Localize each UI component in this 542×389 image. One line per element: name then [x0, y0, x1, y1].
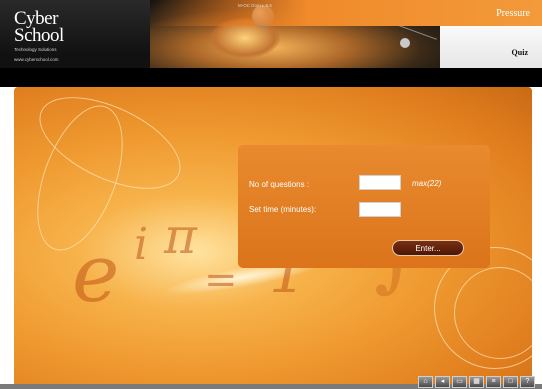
glyph-equals: =	[204, 257, 238, 303]
list-icon[interactable]: ≡	[486, 376, 501, 388]
page-title: Pressure	[496, 8, 530, 19]
header-divider	[0, 68, 542, 87]
app-window: Cyber School Technology Solutions www.cy…	[0, 0, 542, 389]
glyph-pi: π	[164, 207, 197, 265]
logo-line2: School	[14, 25, 64, 46]
time-label: Set time (minutes):	[249, 205, 317, 214]
print-icon[interactable]: ▭	[452, 376, 467, 388]
home-icon[interactable]: ⌂	[418, 376, 433, 388]
breadcrumb: M-OC Dom L 5.6	[238, 3, 272, 8]
header-orb	[400, 38, 410, 48]
cyber-school-logo: Cyber School	[14, 9, 64, 46]
glyph-e: e	[72, 227, 120, 320]
grid-icon[interactable]: ▦	[469, 376, 484, 388]
max-questions-hint: max(22)	[412, 179, 442, 188]
title-bar: M-OC Dom L 5.6	[150, 0, 542, 26]
enter-button[interactable]: Enter...	[392, 240, 464, 256]
tagline: Technology Solutions	[14, 47, 57, 52]
site-url: www.cyberschool.com	[14, 57, 59, 62]
glyph-i: i	[134, 219, 149, 270]
nav-quiz-link[interactable]: Quiz	[512, 48, 528, 57]
help-icon[interactable]: ?	[520, 376, 535, 388]
time-input[interactable]	[359, 202, 401, 217]
window-icon[interactable]: □	[503, 376, 518, 388]
back-icon[interactable]: ◂	[435, 376, 450, 388]
logo-area: Cyber School Technology Solutions www.cy…	[0, 0, 150, 68]
nav-area	[440, 26, 542, 68]
footer-toolbar: ⌂ ◂ ▭ ▦ ≡ □ ?	[418, 376, 542, 389]
questions-input[interactable]	[359, 175, 401, 190]
header: Cyber School Technology Solutions www.cy…	[0, 0, 542, 68]
questions-label: No of questions :	[249, 180, 310, 189]
